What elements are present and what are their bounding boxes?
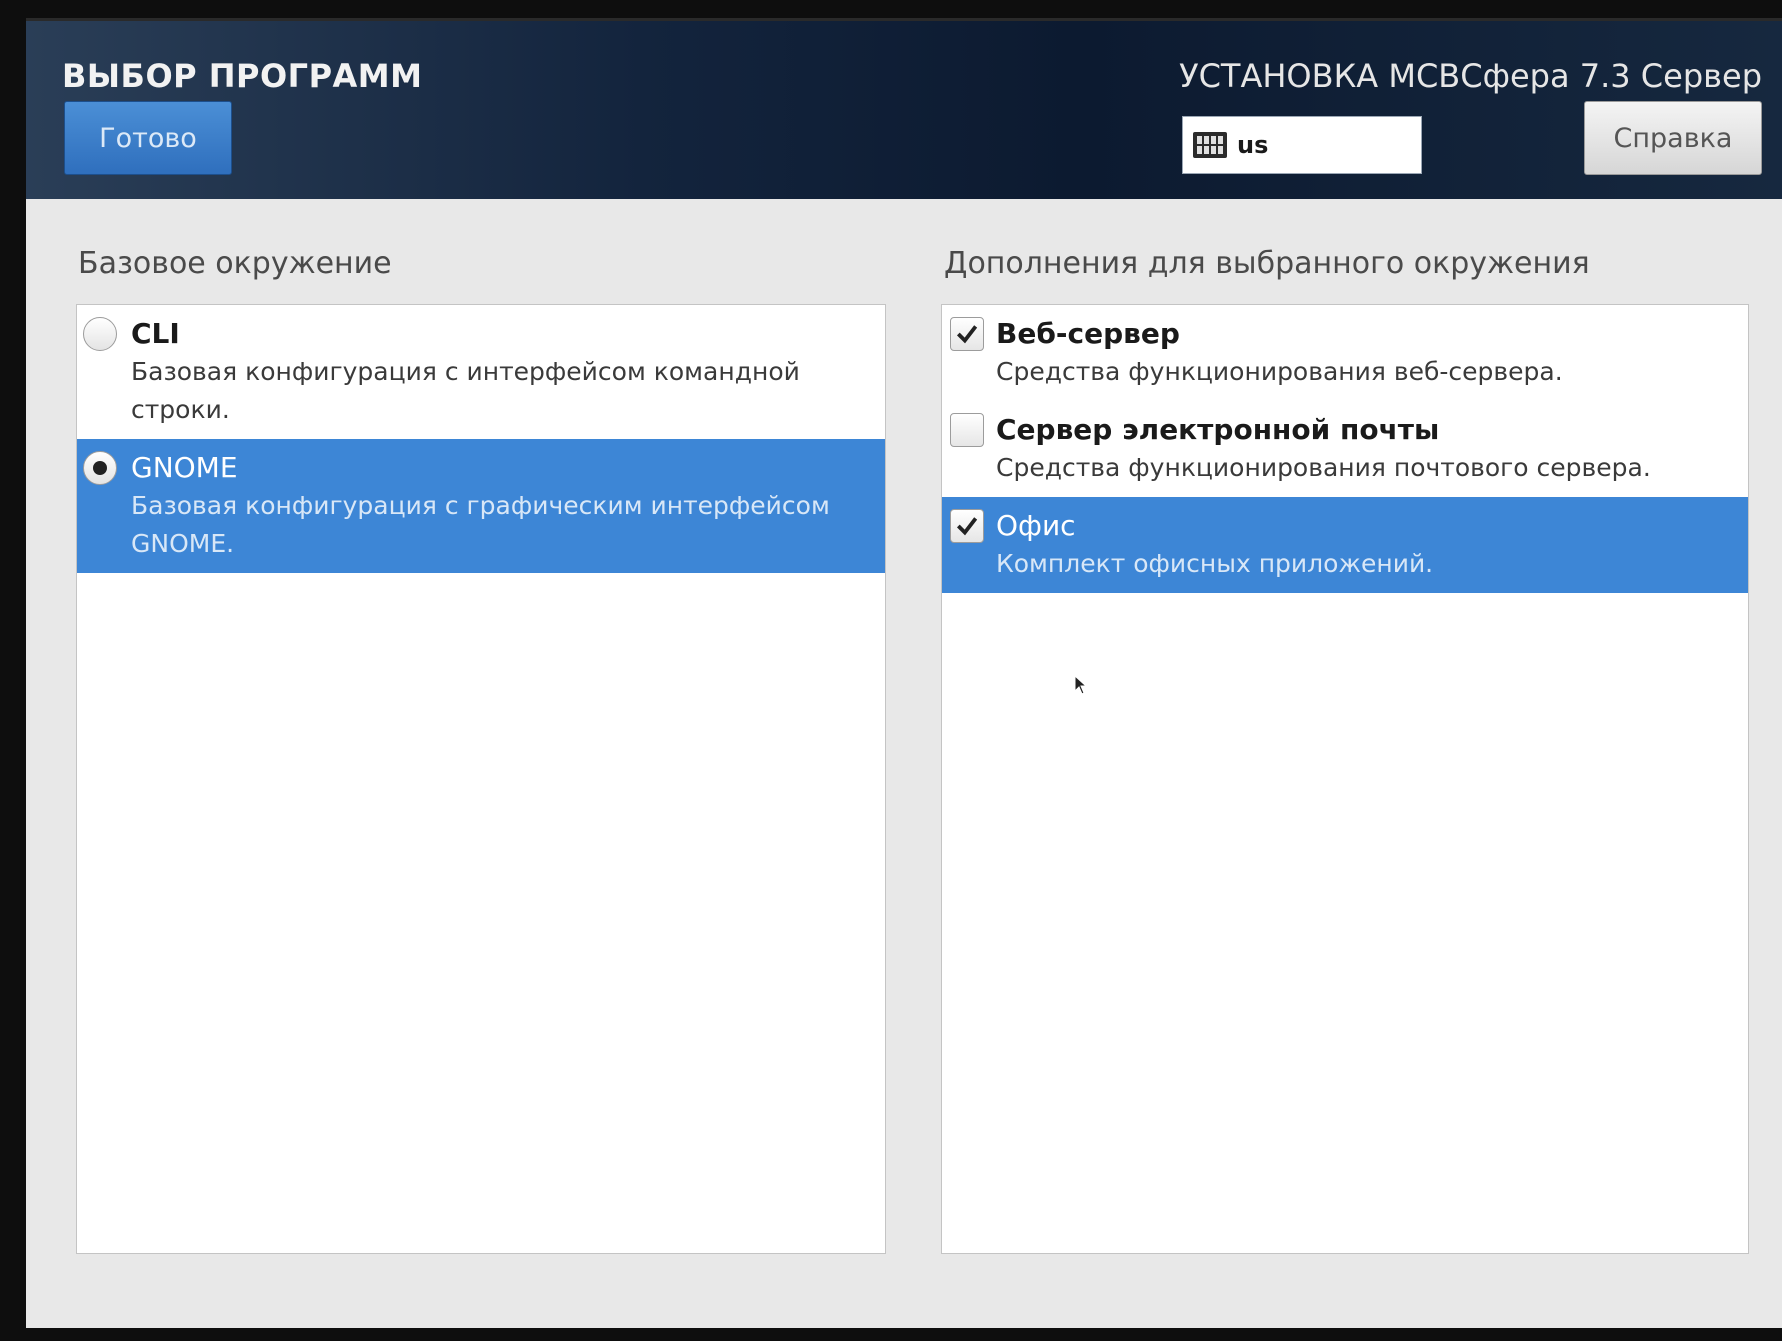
page-title: ВЫБОР ПРОГРАММ	[62, 57, 423, 95]
addon-desc: Комплект офисных приложений.	[996, 549, 1434, 578]
addon-item-web-server[interactable]: Веб-сервер Средства функционирования веб…	[942, 305, 1748, 401]
environment-title: GNOME	[131, 451, 238, 484]
environment-title: CLI	[131, 317, 180, 350]
done-button[interactable]: Готово	[64, 101, 232, 175]
radio-cli[interactable]	[83, 317, 117, 351]
mouse-pointer-icon	[1074, 675, 1088, 695]
keyboard-icon	[1193, 132, 1227, 158]
help-button[interactable]: Справка	[1584, 101, 1762, 175]
checkbox-web-server[interactable]	[950, 317, 984, 351]
checkbox-mail-server[interactable]	[950, 413, 984, 447]
addon-item-office[interactable]: Офис Комплект офисных приложений.	[942, 497, 1748, 593]
header-bar: ВЫБОР ПРОГРАММ Готово УСТАНОВКА МСВСфера…	[26, 21, 1782, 199]
radio-gnome[interactable]	[83, 451, 117, 485]
base-environment-list: CLI Базовая конфигурация с интерфейсом к…	[76, 304, 886, 1254]
keyboard-layout-indicator[interactable]: us	[1182, 116, 1422, 174]
product-title: УСТАНОВКА МСВСфера 7.3 Сервер	[1179, 57, 1762, 95]
checkmark-icon	[956, 325, 978, 344]
addons-heading: Дополнения для выбранного окружения	[944, 246, 1590, 281]
environment-item-gnome[interactable]: GNOME Базовая конфигурация с графическим…	[77, 439, 885, 573]
checkbox-office[interactable]	[950, 509, 984, 543]
environment-desc: Базовая конфигурация с интерфейсом коман…	[131, 357, 800, 424]
environment-desc: Базовая конфигурация с графическим интер…	[131, 491, 830, 558]
addon-desc: Средства функционирования почтового серв…	[996, 453, 1651, 482]
addon-title: Веб-сервер	[996, 317, 1180, 350]
environment-item-cli[interactable]: CLI Базовая конфигурация с интерфейсом к…	[77, 305, 885, 439]
addon-title: Сервер электронной почты	[996, 413, 1440, 446]
base-environment-heading: Базовое окружение	[78, 246, 392, 281]
addon-title: Офис	[996, 509, 1076, 542]
checkmark-icon	[956, 517, 978, 536]
addon-desc: Средства функционирования веб-сервера.	[996, 357, 1563, 386]
installer-window: ВЫБОР ПРОГРАММ Готово УСТАНОВКА МСВСфера…	[26, 18, 1782, 1328]
addons-list: Веб-сервер Средства функционирования веб…	[941, 304, 1749, 1254]
addon-item-mail-server[interactable]: Сервер электронной почты Средства функци…	[942, 401, 1748, 497]
keyboard-layout-label: us	[1237, 131, 1269, 159]
